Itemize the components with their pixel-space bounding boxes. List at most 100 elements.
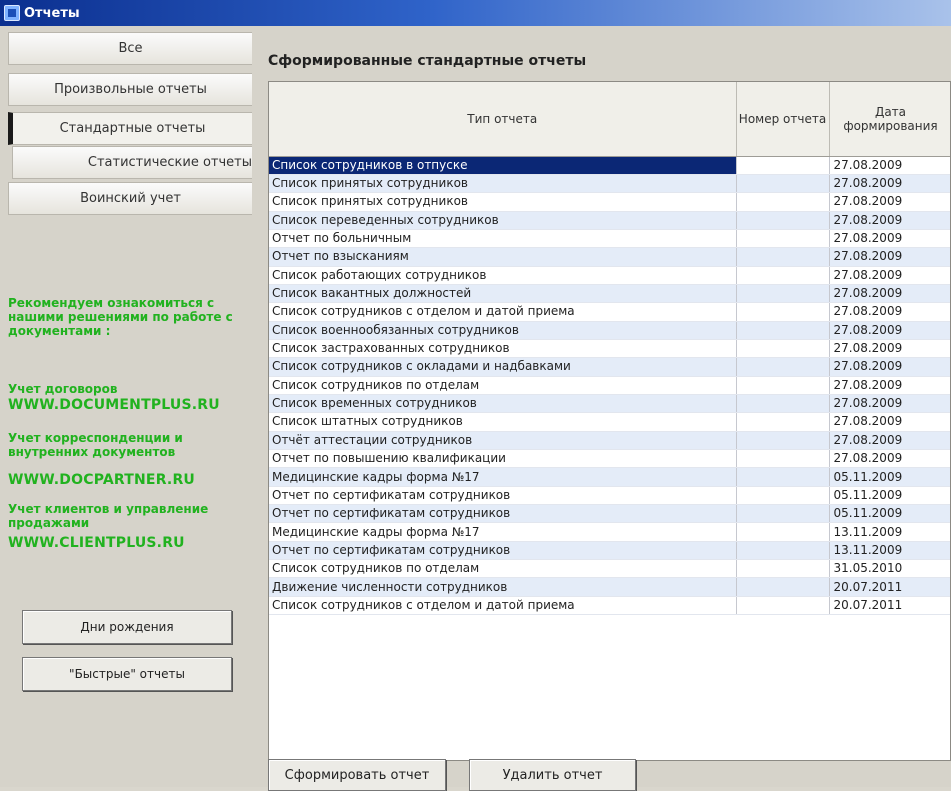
table-row[interactable]: Медицинские кадры форма №17 05.11.2009 (269, 467, 950, 487)
cell-report-type[interactable]: Список принятых сотрудников (269, 192, 737, 212)
cell-report-date[interactable]: 27.08.2009 (829, 174, 950, 194)
table-row[interactable]: Список временных сотрудников 27.08.2009 (269, 394, 950, 414)
cell-report-date[interactable]: 27.08.2009 (829, 247, 950, 267)
cell-report-date[interactable]: 27.08.2009 (829, 211, 950, 230)
cell-report-date[interactable]: 27.08.2009 (829, 156, 950, 175)
cell-report-date[interactable]: 05.11.2009 (829, 504, 950, 524)
cell-report-type[interactable]: Отчет по больничным (269, 229, 737, 249)
cell-report-type[interactable]: Список переведенных сотрудников (269, 211, 737, 230)
cell-report-number[interactable] (736, 321, 830, 340)
cell-report-number[interactable] (736, 302, 830, 322)
table-row[interactable]: Отчёт аттестации сотрудников 27.08.2009 (269, 431, 950, 451)
cell-report-type[interactable]: Отчет по сертификатам сотрудников (269, 504, 737, 524)
cell-report-number[interactable] (736, 156, 830, 175)
cell-report-date[interactable]: 13.11.2009 (829, 541, 950, 561)
table-row[interactable]: Список переведенных сотрудников 27.08.200… (269, 211, 950, 230)
cell-report-type[interactable]: Список сотрудников по отделам (269, 559, 737, 579)
cell-report-date[interactable]: 27.08.2009 (829, 376, 950, 395)
cell-report-type[interactable]: Список сотрудников в отпуске (269, 156, 737, 175)
table-row[interactable]: Список застрахованных сотрудников 27.08.2… (269, 339, 950, 359)
table-row[interactable]: Список принятых сотрудников 27.08.2009 (269, 174, 950, 194)
tab-standard-reports[interactable]: Стандартные отчеты (8, 112, 252, 145)
table-row[interactable]: Список сотрудников с окладами и надбавка… (269, 357, 950, 377)
table-row[interactable]: Отчет по взысканиям 27.08.2009 (269, 247, 950, 267)
cell-report-number[interactable] (736, 229, 830, 249)
cell-report-date[interactable]: 27.08.2009 (829, 394, 950, 414)
cell-report-date[interactable]: 20.07.2011 (829, 596, 950, 616)
quick-reports-button[interactable]: "Быстрые" отчеты (22, 657, 232, 691)
cell-report-type[interactable]: Список сотрудников с окладами и надбавка… (269, 357, 737, 377)
promo-link-docpartner[interactable]: WWW.DOCPARTNER.RU (8, 473, 195, 487)
tab-military-records[interactable]: Воинский учет (8, 182, 252, 215)
cell-report-type[interactable]: Список сотрудников с отделом и датой при… (269, 302, 737, 322)
cell-report-number[interactable] (736, 467, 830, 487)
cell-report-number[interactable] (736, 559, 830, 579)
table-row[interactable]: Список сотрудников в отпуске 27.08.2009 (269, 156, 950, 175)
promo-link-documentplus[interactable]: WWW.DOCUMENTPLUS.RU (8, 398, 220, 412)
table-row[interactable]: Отчет по сертификатам сотрудников 05.11.2… (269, 486, 950, 506)
cell-report-type[interactable]: Медицинские кадры форма №17 (269, 467, 737, 487)
table-row[interactable]: Список сотрудников с отделом и датой при… (269, 302, 950, 322)
cell-report-number[interactable] (736, 339, 830, 359)
cell-report-type[interactable]: Список штатных сотрудников (269, 412, 737, 432)
cell-report-number[interactable] (736, 577, 830, 597)
cell-report-type[interactable]: Отчёт аттестации сотрудников (269, 431, 737, 451)
delete-report-button[interactable]: Удалить отчет (469, 759, 636, 791)
tab-statistical-reports[interactable]: Статистические отчеты (12, 146, 256, 179)
cell-report-type[interactable]: Список сотрудников с отделом и датой при… (269, 596, 737, 616)
cell-report-date[interactable]: 27.08.2009 (829, 302, 950, 322)
table-row[interactable]: Список принятых сотрудников 27.08.2009 (269, 192, 950, 212)
cell-report-type[interactable]: Движение численности сотрудников (269, 577, 737, 597)
cell-report-date[interactable]: 05.11.2009 (829, 467, 950, 487)
cell-report-type[interactable]: Список застрахованных сотрудников (269, 339, 737, 359)
table-row[interactable]: Движение численности сотрудников 20.07.20… (269, 577, 950, 597)
cell-report-date[interactable]: 27.08.2009 (829, 321, 950, 340)
cell-report-date[interactable]: 31.05.2010 (829, 559, 950, 579)
cell-report-type[interactable]: Список работающих сотрудников (269, 266, 737, 285)
column-header-date[interactable]: Дата формирования (829, 82, 950, 157)
table-row[interactable]: Отчет по сертификатам сотрудников 13.11.2… (269, 541, 950, 561)
cell-report-type[interactable]: Отчет по сертификатам сотрудников (269, 486, 737, 506)
cell-report-type[interactable]: Список временных сотрудников (269, 394, 737, 414)
cell-report-date[interactable]: 20.07.2011 (829, 577, 950, 597)
table-row[interactable]: Список сотрудников по отделам 31.05.2010 (269, 559, 950, 579)
promo-link-clientplus[interactable]: WWW.CLIENTPLUS.RU (8, 536, 185, 550)
table-row[interactable]: Список сотрудников с отделом и датой при… (269, 596, 950, 616)
cell-report-number[interactable] (736, 431, 830, 451)
table-row[interactable]: Список вакантных должностей 27.08.2009 (269, 284, 950, 304)
table-row[interactable]: Отчет по сертификатам сотрудников 05.11.2… (269, 504, 950, 524)
cell-report-type[interactable]: Отчет по сертификатам сотрудников (269, 541, 737, 561)
cell-report-number[interactable] (736, 376, 830, 395)
column-header-number[interactable]: Номер отчета (736, 82, 830, 157)
cell-report-type[interactable]: Список сотрудников по отделам (269, 376, 737, 395)
cell-report-number[interactable] (736, 394, 830, 414)
cell-report-number[interactable] (736, 174, 830, 194)
cell-report-number[interactable] (736, 357, 830, 377)
birthdays-button[interactable]: Дни рождения (22, 610, 232, 644)
table-row[interactable]: Список военнообязанных сотрудников 27.08.… (269, 321, 950, 340)
cell-report-date[interactable]: 27.08.2009 (829, 284, 950, 304)
table-row[interactable]: Отчет по больничным 27.08.2009 (269, 229, 950, 249)
title-bar[interactable]: Отчеты (0, 0, 951, 26)
cell-report-date[interactable]: 27.08.2009 (829, 412, 950, 432)
cell-report-date[interactable]: 27.08.2009 (829, 192, 950, 212)
cell-report-date[interactable]: 27.08.2009 (829, 266, 950, 285)
cell-report-number[interactable] (736, 486, 830, 506)
cell-report-date[interactable]: 27.08.2009 (829, 357, 950, 377)
cell-report-number[interactable] (736, 211, 830, 230)
cell-report-type[interactable]: Список принятых сотрудников (269, 174, 737, 194)
cell-report-number[interactable] (736, 596, 830, 616)
cell-report-date[interactable]: 27.08.2009 (829, 431, 950, 451)
cell-report-number[interactable] (736, 247, 830, 267)
cell-report-date[interactable]: 27.08.2009 (829, 339, 950, 359)
cell-report-type[interactable]: Медицинские кадры форма №17 (269, 522, 737, 542)
tab-custom-reports[interactable]: Произвольные отчеты (8, 73, 252, 106)
cell-report-number[interactable] (736, 412, 830, 432)
cell-report-number[interactable] (736, 284, 830, 304)
cell-report-number[interactable] (736, 449, 830, 469)
cell-report-number[interactable] (736, 541, 830, 561)
cell-report-type[interactable]: Отчет по повышению квалификации (269, 449, 737, 469)
table-row[interactable]: Список штатных сотрудников 27.08.2009 (269, 412, 950, 432)
table-row[interactable]: Список работающих сотрудников 27.08.2009 (269, 266, 950, 285)
reports-table[interactable]: Тип отчета Номер отчета Дата формировани… (268, 81, 951, 761)
